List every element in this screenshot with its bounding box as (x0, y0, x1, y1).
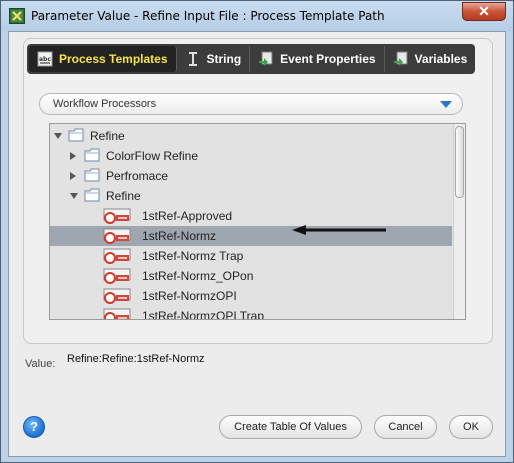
category-dropdown[interactable]: Workflow Processors (39, 93, 463, 115)
tab-process-templates[interactable]: abc Process Templates (29, 46, 177, 72)
dialog-body: abc Process Templates String Event Prope… (8, 31, 506, 457)
expand-arrow-icon[interactable] (54, 133, 62, 139)
tree-row-refine-root[interactable]: Refine (50, 126, 452, 146)
value-label: Value: (25, 358, 56, 370)
tab-variables[interactable]: Variables (385, 46, 476, 72)
template-tree[interactable]: Refine ColorFlow Refine Perfromace Refin… (49, 123, 466, 320)
dropdown-selected-value: Workflow Processors (53, 98, 157, 110)
tree-item-label: ColorFlow Refine (106, 149, 199, 163)
tab-event-properties[interactable]: Event Properties (250, 46, 385, 72)
event-arrow-icon (258, 51, 274, 67)
svg-text:abc: abc (39, 56, 51, 63)
tab-label: Process Templates (59, 52, 168, 66)
close-button[interactable]: ✕ (462, 2, 506, 21)
tree-item-label: Refine (106, 189, 141, 203)
tab-bar: abc Process Templates String Event Prope… (27, 44, 475, 74)
tree-row-process[interactable]: 1stRef-Normz_OPon (50, 266, 452, 286)
tree-row-process-selected[interactable]: 1stRef-Normz (50, 226, 452, 246)
scrollbar-thumb[interactable] (455, 126, 464, 198)
tree-item-label: 1stRef-NormzOPI (142, 289, 237, 303)
annotation-arrow-icon (292, 225, 386, 235)
value-readout: Refine:Refine:1stRef-Normz (67, 353, 205, 365)
tab-label: Event Properties (280, 52, 376, 66)
tree-row-process[interactable]: 1stRef-NormzOPI Trap (50, 306, 452, 320)
folder-icon (84, 168, 100, 182)
process-template-icon (102, 288, 132, 304)
tab-label: Variables (414, 52, 468, 66)
tree-row-colorflow-refine[interactable]: ColorFlow Refine (50, 146, 452, 166)
process-template-icon (102, 308, 132, 319)
expand-arrow-icon[interactable] (70, 193, 78, 199)
tree-row-refine[interactable]: Refine (50, 186, 452, 206)
ok-button[interactable]: OK (449, 415, 493, 439)
tree-item-label: 1stRef-Normz (142, 229, 217, 243)
tree-item-label: 1stRef-Normz Trap (142, 249, 244, 263)
tab-label: String (206, 52, 242, 66)
variables-arrow-icon (393, 51, 409, 67)
tree-row-process[interactable]: 1stRef-Approved (50, 206, 452, 226)
tree-item-label: Perfromace (106, 169, 169, 183)
title-bar[interactable]: Parameter Value - Refine Input File : Pr… (1, 1, 513, 31)
tree-row-process[interactable]: 1stRef-NormzOPI (50, 286, 452, 306)
tree-item-label: 1stRef-Approved (142, 209, 233, 223)
chevron-down-icon[interactable] (440, 101, 452, 108)
text-cursor-icon (185, 51, 201, 67)
tree-scrollbar[interactable] (453, 124, 465, 319)
help-button[interactable]: ? (23, 416, 45, 438)
tree-row-process[interactable]: 1stRef-Normz Trap (50, 246, 452, 266)
app-icon (9, 8, 25, 24)
collapsed-arrow-icon[interactable] (70, 172, 76, 180)
tree-item-label: Refine (90, 129, 125, 143)
window-title: Parameter Value - Refine Input File : Pr… (31, 9, 385, 23)
folder-icon (84, 148, 100, 162)
process-template-icon (102, 208, 132, 224)
process-template-icon (102, 268, 132, 284)
dialog-window: Parameter Value - Refine Input File : Pr… (0, 0, 514, 463)
tree-item-label: 1stRef-Normz_OPon (142, 269, 254, 283)
process-template-icon (102, 248, 132, 264)
tree-row-perfromace[interactable]: Perfromace (50, 166, 452, 186)
tree-item-label: 1stRef-NormzOPI Trap (142, 309, 265, 320)
folder-icon (84, 188, 100, 202)
cancel-button[interactable]: Cancel (374, 415, 437, 439)
create-table-of-values-button[interactable]: Create Table Of Values (219, 415, 362, 439)
tab-string[interactable]: String (177, 46, 251, 72)
process-template-icon (102, 228, 132, 244)
collapsed-arrow-icon[interactable] (70, 152, 76, 160)
folder-icon (68, 128, 84, 142)
abc-list-icon: abc (37, 51, 53, 67)
